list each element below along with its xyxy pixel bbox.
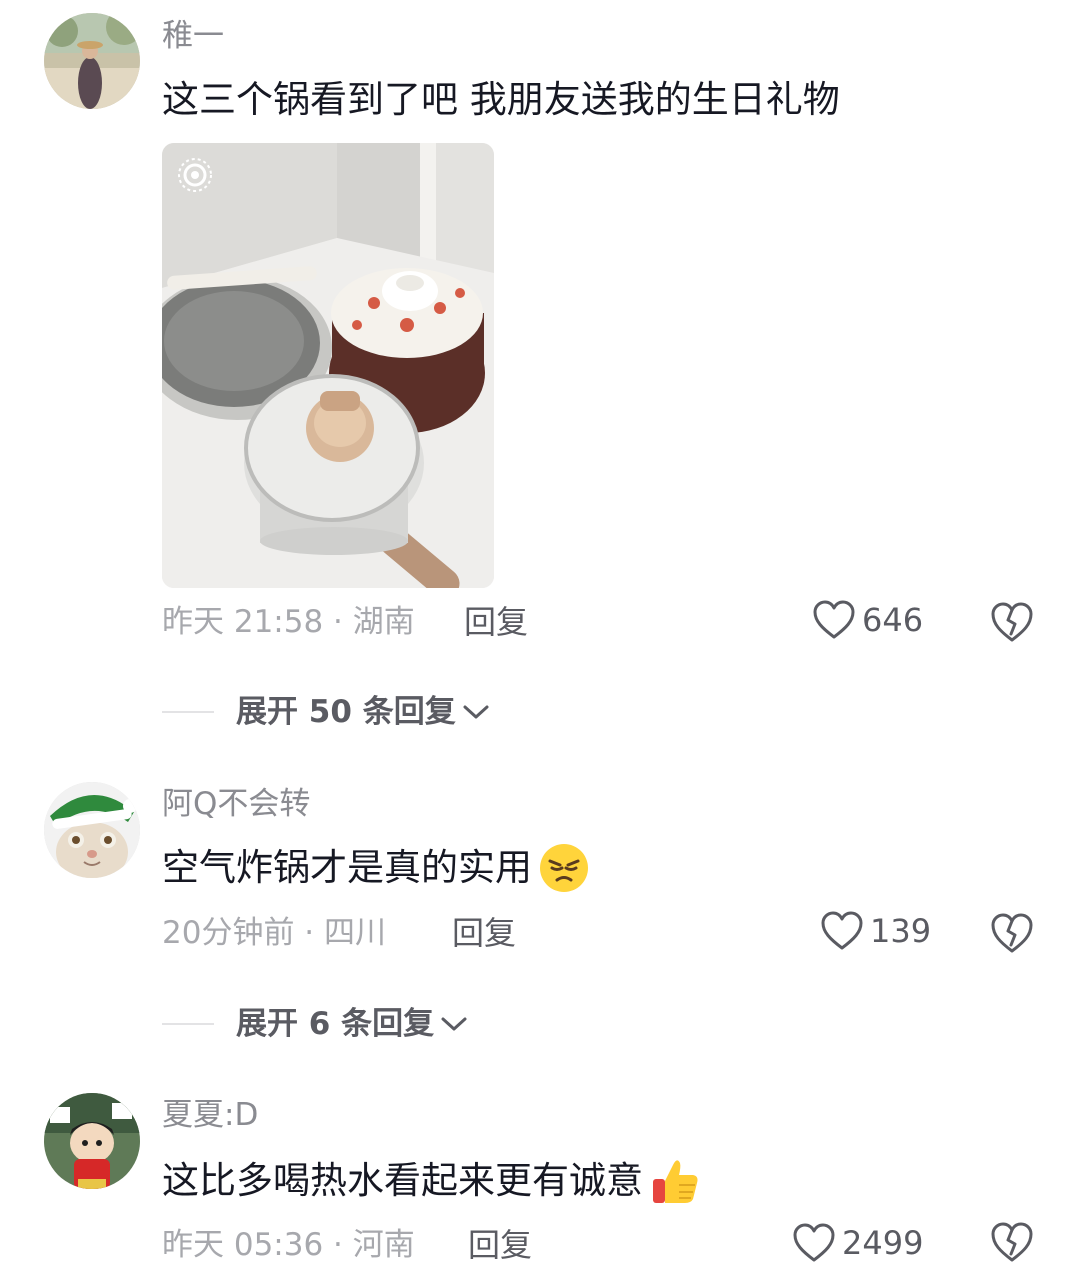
divider (162, 711, 214, 713)
like-count: 139 (870, 912, 932, 950)
avatar[interactable] (44, 782, 140, 878)
reply-button[interactable]: 回复 (468, 1225, 532, 1265)
heart-outline-icon (813, 600, 855, 639)
username[interactable]: 稚一 (162, 16, 224, 56)
heart-outline-icon (821, 911, 863, 950)
username[interactable]: 阿Q不会转 (162, 784, 310, 824)
username[interactable]: 夏夏:D (162, 1095, 258, 1135)
avatar[interactable] (44, 13, 140, 109)
reply-button[interactable]: 回复 (452, 913, 516, 953)
divider (162, 1023, 214, 1025)
reply-button[interactable]: 回复 (464, 602, 528, 642)
comment-photo[interactable] (162, 143, 494, 588)
thumbs-up-emoji (653, 1160, 698, 1203)
avatar[interactable] (44, 1093, 140, 1189)
comment-text: 这三个锅看到了吧 我朋友送我的生日礼物 (162, 76, 840, 124)
comment-meta: 昨天 21:58 · 湖南 (162, 604, 415, 640)
expand-replies-label: 展开 50 条回复 (236, 694, 456, 730)
expand-replies-label: 展开 6 条回复 (236, 1006, 435, 1042)
like-count: 646 (862, 601, 924, 639)
comment-text-content: 这比多喝热水看起来更有诚意 (162, 1159, 643, 1202)
comment-text: 空气炸锅才是真的实用 (162, 842, 590, 894)
comment-meta: 20分钟前 · 四川 (162, 915, 387, 951)
like-button[interactable]: 646 (812, 600, 923, 640)
broken-heart-icon[interactable] (990, 911, 1034, 955)
like-button[interactable]: 2499 (792, 1223, 923, 1263)
heart-outline-icon (793, 1223, 835, 1262)
comment-meta: 昨天 05:36 · 河南 (162, 1227, 415, 1263)
like-count: 2499 (842, 1224, 924, 1262)
broken-heart-icon[interactable] (990, 600, 1034, 644)
comment-text-content: 这三个锅看到了吧 我朋友送我的生日礼物 (162, 78, 840, 121)
expand-replies[interactable]: 展开 50 条回复 (162, 692, 490, 732)
like-button[interactable]: 139 (820, 911, 931, 951)
chevron-down-icon (463, 705, 489, 719)
comment-text: 这比多喝热水看起来更有诚意 (162, 1155, 701, 1207)
angry-face-emoji (540, 844, 588, 892)
broken-heart-icon[interactable] (990, 1220, 1034, 1264)
chevron-down-icon (441, 1017, 467, 1031)
expand-replies[interactable]: 展开 6 条回复 (162, 1004, 468, 1044)
comment-text-content: 空气炸锅才是真的实用 (162, 846, 532, 889)
